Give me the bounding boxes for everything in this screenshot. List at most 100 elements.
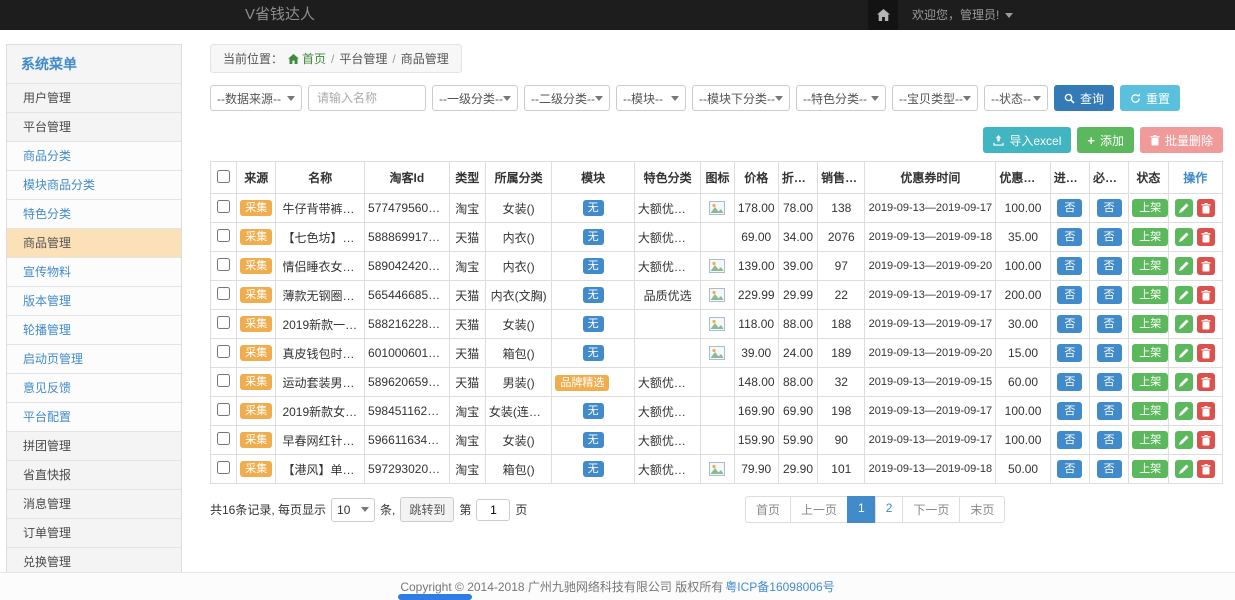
import-excel-button[interactable]: 导入excel	[983, 127, 1071, 153]
user-menu[interactable]: 欢迎您，管理员!	[898, 0, 1027, 30]
status-button[interactable]: 上架	[1132, 431, 1168, 449]
row-checkbox[interactable]	[217, 374, 230, 387]
import-select-button[interactable]: 否	[1057, 460, 1082, 478]
must-buy-button[interactable]: 否	[1097, 344, 1122, 362]
page-button[interactable]: 2	[875, 496, 904, 523]
edit-button[interactable]	[1175, 228, 1193, 246]
page-button[interactable]: 首页	[745, 496, 791, 523]
delete-button[interactable]	[1197, 431, 1215, 449]
sidebar-item[interactable]: 商品管理	[7, 229, 181, 258]
status-button[interactable]: 上架	[1132, 460, 1168, 478]
status-button[interactable]: 上架	[1132, 228, 1168, 246]
sidebar-item[interactable]: 用户管理	[7, 84, 181, 113]
status-button[interactable]: 上架	[1132, 402, 1168, 420]
filter-select[interactable]: --模块--	[616, 85, 686, 111]
edit-button[interactable]	[1175, 373, 1193, 391]
sidebar-item[interactable]: 模块商品分类	[7, 171, 181, 200]
add-button[interactable]: + 添加	[1077, 127, 1134, 153]
edit-button[interactable]	[1175, 344, 1193, 362]
page-button[interactable]: 下一页	[902, 496, 960, 523]
edit-button[interactable]	[1175, 315, 1193, 333]
status-button[interactable]: 上架	[1132, 373, 1168, 391]
edit-button[interactable]	[1175, 286, 1193, 304]
must-buy-button[interactable]: 否	[1097, 315, 1122, 333]
delete-button[interactable]	[1197, 315, 1215, 333]
filter-select[interactable]: --宝贝类型--	[892, 85, 978, 111]
import-select-button[interactable]: 否	[1057, 402, 1082, 420]
must-buy-button[interactable]: 否	[1097, 228, 1122, 246]
delete-button[interactable]	[1197, 402, 1215, 420]
sidebar-item[interactable]: 平台配置	[7, 403, 181, 432]
status-button[interactable]: 上架	[1132, 315, 1168, 333]
must-buy-button[interactable]: 否	[1097, 460, 1122, 478]
import-select-button[interactable]: 否	[1057, 228, 1082, 246]
row-checkbox[interactable]	[217, 461, 230, 474]
breadcrumb-home-link[interactable]: 首页	[288, 50, 326, 67]
edit-button[interactable]	[1175, 431, 1193, 449]
batch-delete-button[interactable]: 批量删除	[1140, 127, 1223, 153]
delete-button[interactable]	[1197, 344, 1215, 362]
status-button[interactable]: 上架	[1132, 286, 1168, 304]
must-buy-button[interactable]: 否	[1097, 257, 1122, 275]
delete-button[interactable]	[1197, 373, 1215, 391]
filter-select[interactable]: --二级分类--	[524, 85, 610, 111]
delete-button[interactable]	[1197, 257, 1215, 275]
status-button[interactable]: 上架	[1132, 199, 1168, 217]
sidebar-item[interactable]: 宣传物料	[7, 258, 181, 287]
status-button[interactable]: 上架	[1132, 344, 1168, 362]
must-buy-button[interactable]: 否	[1097, 199, 1122, 217]
row-checkbox[interactable]	[217, 316, 230, 329]
sidebar-item[interactable]: 版本管理	[7, 287, 181, 316]
row-checkbox[interactable]	[217, 287, 230, 300]
breadcrumb-item-products[interactable]: 商品管理	[401, 50, 449, 67]
row-checkbox[interactable]	[217, 403, 230, 416]
row-checkbox[interactable]	[217, 345, 230, 358]
sidebar-item[interactable]: 轮播管理	[7, 316, 181, 345]
filter-select[interactable]: --模块下分类--	[692, 85, 790, 111]
page-jump-input[interactable]	[476, 499, 510, 521]
must-buy-button[interactable]: 否	[1097, 402, 1122, 420]
sidebar-item[interactable]: 拼团管理	[7, 432, 181, 461]
breadcrumb-item-platform[interactable]: 平台管理	[339, 50, 387, 67]
name-search-input[interactable]	[308, 85, 426, 111]
import-select-button[interactable]: 否	[1057, 199, 1082, 217]
page-button[interactable]: 末页	[959, 496, 1005, 523]
import-select-button[interactable]: 否	[1057, 373, 1082, 391]
must-buy-button[interactable]: 否	[1097, 373, 1122, 391]
sidebar-item[interactable]: 启动页管理	[7, 345, 181, 374]
delete-button[interactable]	[1197, 199, 1215, 217]
must-buy-button[interactable]: 否	[1097, 286, 1122, 304]
per-page-select[interactable]: 10	[331, 498, 375, 522]
delete-button[interactable]	[1197, 286, 1215, 304]
scrollbar-thumb[interactable]	[398, 594, 472, 600]
filter-select[interactable]: --状态--	[984, 85, 1048, 111]
jump-button[interactable]: 跳转到	[400, 497, 454, 522]
sidebar-item[interactable]: 订单管理	[7, 519, 181, 548]
edit-button[interactable]	[1175, 257, 1193, 275]
sidebar-item[interactable]: 商品分类	[7, 142, 181, 171]
reset-button[interactable]: 重置	[1120, 85, 1180, 111]
must-buy-button[interactable]: 否	[1097, 431, 1122, 449]
status-button[interactable]: 上架	[1132, 257, 1168, 275]
icp-link[interactable]: 粤ICP备16098006号	[725, 578, 834, 595]
row-checkbox[interactable]	[217, 229, 230, 242]
sidebar-item[interactable]: 消息管理	[7, 490, 181, 519]
edit-button[interactable]	[1175, 199, 1193, 217]
query-button[interactable]: 查询	[1054, 85, 1114, 111]
import-select-button[interactable]: 否	[1057, 344, 1082, 362]
home-button[interactable]	[868, 0, 898, 30]
sidebar-item[interactable]: 意见反馈	[7, 374, 181, 403]
page-button[interactable]: 上一页	[790, 496, 848, 523]
row-checkbox[interactable]	[217, 200, 230, 213]
import-select-button[interactable]: 否	[1057, 431, 1082, 449]
select-all-checkbox[interactable]	[217, 170, 230, 183]
delete-button[interactable]	[1197, 460, 1215, 478]
row-checkbox[interactable]	[217, 432, 230, 445]
page-button[interactable]: 1	[847, 496, 876, 523]
import-select-button[interactable]: 否	[1057, 315, 1082, 333]
import-select-button[interactable]: 否	[1057, 257, 1082, 275]
sidebar-item[interactable]: 省直快报	[7, 461, 181, 490]
filter-select[interactable]: --一级分类--	[432, 85, 518, 111]
delete-button[interactable]	[1197, 228, 1215, 246]
row-checkbox[interactable]	[217, 258, 230, 271]
